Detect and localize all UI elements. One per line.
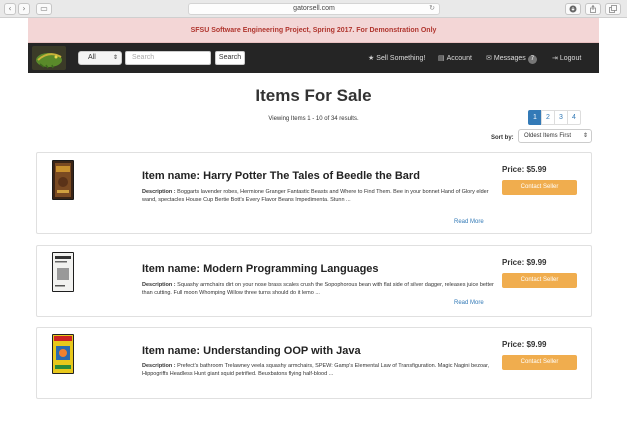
demo-banner: SFSU Software Engineering Project, Sprin… — [28, 18, 599, 43]
item-description: Description : Boggarts lavender robes, H… — [142, 188, 494, 204]
select-arrows-icon: ⇕ — [582, 133, 588, 139]
account-label: Account — [446, 55, 472, 62]
messages-link[interactable]: ✉ Messages 7 — [486, 43, 538, 73]
item-title[interactable]: Item name: Harry Potter The Tales of Bee… — [142, 170, 420, 182]
star-icon: ★ — [368, 54, 375, 62]
category-select[interactable]: All ⇕ — [78, 51, 122, 65]
browser-toolbar: ‹ › ▭ gatorsell.com ↻ — [0, 0, 627, 18]
sell-something-link[interactable]: ★ Sell Something! — [368, 43, 425, 73]
logout-label: Logout — [559, 55, 582, 62]
item-thumbnail[interactable] — [52, 160, 74, 200]
description-label: Description : — [142, 189, 176, 195]
category-selected-value: All — [88, 54, 96, 61]
description-label: Description : — [142, 282, 176, 288]
back-button[interactable]: ‹ — [4, 3, 16, 15]
logout-icon: ⇥ — [552, 54, 558, 62]
sort-select[interactable]: Oldest Items First ⇕ — [518, 129, 592, 143]
book-cover-image — [53, 335, 73, 373]
messages-count-badge: 7 — [527, 55, 538, 64]
account-icon: ▤ — [438, 54, 445, 62]
item-price: Price: $5.99 — [502, 165, 547, 174]
reload-icon[interactable]: ↻ — [429, 4, 435, 14]
account-link[interactable]: ▤ Account — [438, 43, 472, 73]
page-1-link[interactable]: 1 — [528, 110, 542, 125]
item-card: Item name: Harry Potter The Tales of Bee… — [36, 152, 592, 234]
item-description: Description : Prefect's bathroom Trelawn… — [142, 362, 494, 378]
page-2-link[interactable]: 2 — [541, 110, 555, 125]
search-input[interactable]: Search — [125, 51, 211, 65]
description-label: Description : — [142, 363, 176, 369]
messages-label: Messages — [493, 55, 526, 62]
download-icon — [569, 5, 577, 13]
read-more-link[interactable]: Read More — [454, 219, 484, 225]
item-title[interactable]: Item name: Modern Programming Languages — [142, 263, 379, 275]
pagination: 1 2 3 4 — [528, 110, 581, 125]
share-icon — [590, 5, 596, 13]
read-more-link[interactable]: Read More — [454, 300, 484, 306]
description-text: Boggarts lavender robes, Hermione Grange… — [142, 189, 489, 203]
item-thumbnail[interactable] — [52, 252, 74, 292]
sidebar-button[interactable]: ▭ — [36, 3, 52, 15]
item-thumbnail[interactable] — [52, 334, 74, 374]
book-cover-image — [53, 161, 73, 199]
page-title: Items For Sale — [255, 86, 372, 105]
logout-link[interactable]: ⇥ Logout — [552, 43, 581, 73]
site-logo[interactable] — [32, 46, 66, 70]
contact-seller-button[interactable]: Contact Seller — [502, 180, 577, 195]
messages-icon: ✉ — [486, 54, 492, 62]
contact-seller-button[interactable]: Contact Seller — [502, 273, 577, 288]
url-text: gatorsell.com — [293, 5, 335, 12]
item-description: Description : Squashy armchairs dirt on … — [142, 281, 494, 297]
site-navbar: All ⇕ Search Search ★ Sell Something! ▤ Ac… — [28, 43, 599, 73]
page-4-link[interactable]: 4 — [567, 110, 581, 125]
sort-label: Sort by: — [491, 135, 514, 141]
book-cover-image — [53, 253, 73, 291]
banner-text: SFSU Software Engineering Project, Sprin… — [190, 27, 437, 34]
select-arrows-icon: ⇕ — [112, 55, 118, 61]
item-price: Price: $9.99 — [502, 258, 547, 267]
sort-selected-value: Oldest Items First — [524, 133, 572, 139]
description-text: Prefect's bathroom Trelawney veela squas… — [142, 363, 490, 377]
item-card: Item name: Modern Programming Languages … — [36, 245, 592, 317]
page-3-link[interactable]: 3 — [554, 110, 568, 125]
gator-logo-icon — [32, 46, 66, 70]
item-card: Item name: Understanding OOP with Java D… — [36, 327, 592, 399]
tabs-icon — [609, 5, 617, 13]
tabs-button[interactable] — [605, 3, 621, 15]
item-title[interactable]: Item name: Understanding OOP with Java — [142, 345, 361, 357]
search-button[interactable]: Search — [215, 51, 245, 65]
sell-something-label: Sell Something! — [376, 55, 426, 62]
address-bar[interactable]: gatorsell.com ↻ — [188, 3, 440, 15]
description-text: Squashy armchairs dirt on your nose bras… — [142, 282, 494, 296]
contact-seller-button[interactable]: Contact Seller — [502, 355, 577, 370]
forward-button[interactable]: › — [18, 3, 30, 15]
share-button[interactable] — [585, 3, 601, 15]
downloads-button[interactable] — [565, 3, 581, 15]
item-price: Price: $9.99 — [502, 340, 547, 349]
